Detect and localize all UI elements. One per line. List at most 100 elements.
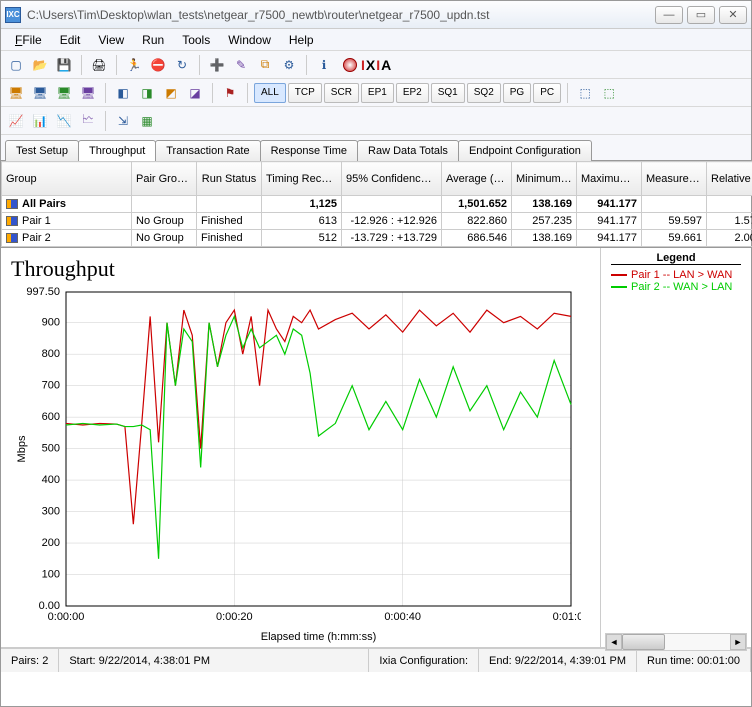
menu-run[interactable]: Run	[134, 31, 172, 49]
svg-text:997.50: 997.50	[26, 286, 60, 298]
menu-window[interactable]: Window	[220, 31, 279, 49]
tab-transaction-rate[interactable]: Transaction Rate	[155, 140, 260, 161]
legend-swatch	[611, 274, 627, 276]
ixia-dot-icon	[343, 58, 357, 72]
tab-endpoint-configuration[interactable]: Endpoint Configuration	[458, 140, 592, 161]
monitor-b-icon[interactable]: 🖥	[29, 82, 51, 104]
menu-view[interactable]: View	[90, 31, 132, 49]
filter-ep2-button[interactable]: EP2	[396, 83, 429, 103]
menubar: FFile Edit View Run Tools Window Help	[1, 29, 751, 51]
menu-file[interactable]: FFile	[7, 31, 50, 49]
filter-tcp-button[interactable]: TCP	[288, 83, 322, 103]
info-icon[interactable]: ℹ	[313, 54, 335, 76]
chart-b-icon[interactable]: 📊	[29, 110, 51, 132]
config-b-icon[interactable]: ⬚	[598, 82, 620, 104]
table-row[interactable]: All Pairs1,1251,501.652138.169941.177	[2, 196, 752, 213]
status-start: Start: 9/22/2014, 4:38:01 PM	[59, 649, 369, 672]
col-avg[interactable]: Average (Mbps)	[442, 162, 512, 196]
legend-swatch	[611, 286, 627, 288]
col-prec[interactable]: Relative Precision	[707, 162, 752, 196]
legend-item[interactable]: Pair 2 -- WAN > LAN	[605, 281, 747, 293]
ixia-logo: IXIA	[343, 57, 392, 73]
filter-pg-button[interactable]: PG	[503, 83, 531, 103]
window-title: C:\Users\Tim\Desktop\wlan_tests\netgear_…	[27, 8, 655, 22]
svg-text:900: 900	[42, 317, 60, 329]
col-conf[interactable]: 95% Confidence Interval	[342, 162, 442, 196]
chart-area: Throughput 0.001002003004005006007008009…	[1, 248, 601, 647]
chart-d-icon[interactable]: 🗠	[77, 110, 99, 132]
scroll-left-icon[interactable]: ◄	[606, 634, 622, 650]
svg-text:0:00:20: 0:00:20	[216, 611, 253, 623]
settings-icon[interactable]: ⚙	[278, 54, 300, 76]
col-max[interactable]: Maximum (Mbps)	[577, 162, 642, 196]
tool-3-icon[interactable]: ◩	[160, 82, 182, 104]
tool-1-icon[interactable]: ◧	[112, 82, 134, 104]
filter-ep1-button[interactable]: EP1	[361, 83, 394, 103]
toolbar-3: 📈 📊 📉 🗠 ⇲ ▦	[1, 107, 751, 135]
status-runtime: Run time: 00:01:00	[637, 649, 751, 672]
svg-text:0:00:40: 0:00:40	[384, 611, 421, 623]
status-ixia-config: Ixia Configuration:	[369, 649, 479, 672]
new-icon[interactable]: ▢	[5, 54, 27, 76]
maximize-button[interactable]: ▭	[687, 6, 715, 24]
tool-2-icon[interactable]: ◨	[136, 82, 158, 104]
col-runstatus[interactable]: Run Status	[197, 162, 262, 196]
monitor-a-icon[interactable]: 🖥	[5, 82, 27, 104]
chart-a-icon[interactable]: 📈	[5, 110, 27, 132]
col-meas[interactable]: Measured Time (sec)	[642, 162, 707, 196]
tab-raw-data-totals[interactable]: Raw Data Totals	[357, 140, 459, 161]
save-icon[interactable]: 💾	[53, 54, 75, 76]
filter-pc-button[interactable]: PC	[533, 83, 561, 103]
export-icon[interactable]: ⇲	[112, 110, 134, 132]
col-timing[interactable]: Timing Records Completed	[262, 162, 342, 196]
edit-pair-icon[interactable]: ✎	[230, 54, 252, 76]
filter-sq2-button[interactable]: SQ2	[467, 83, 501, 103]
tool-4-icon[interactable]: ◪	[184, 82, 206, 104]
throughput-chart: 0.00100200300400500600700800900997.500:0…	[11, 286, 581, 646]
menu-tools[interactable]: Tools	[174, 31, 218, 49]
minimize-button[interactable]: —	[655, 6, 683, 24]
toolbar-1: ▢ 📂 💾 🖨 🏃 ⛔ ↻ ➕ ✎ ⧉ ⚙ ℹ IXIA	[1, 51, 751, 79]
col-min[interactable]: Minimum (Mbps)	[512, 162, 577, 196]
legend-panel: Legend Pair 1 -- LAN > WANPair 2 -- WAN …	[601, 248, 751, 647]
table-row[interactable]: Pair 1No GroupFinished613-12.926 : +12.9…	[2, 213, 752, 230]
legend-item[interactable]: Pair 1 -- LAN > WAN	[605, 269, 747, 281]
chart-title: Throughput	[11, 256, 594, 282]
svg-text:0:01:00: 0:01:00	[553, 611, 581, 623]
refresh-icon[interactable]: ↻	[171, 54, 193, 76]
copy-pair-icon[interactable]: ⧉	[254, 54, 276, 76]
col-pairgroup[interactable]: Pair Group Name	[132, 162, 197, 196]
legend-scrollbar[interactable]: ◄ ►	[605, 633, 747, 651]
filter-scr-button[interactable]: SCR	[324, 83, 359, 103]
flag-icon[interactable]: ⚑	[219, 82, 241, 104]
monitor-c-icon[interactable]: 🖥	[53, 82, 75, 104]
svg-text:0:00:00: 0:00:00	[48, 611, 85, 623]
stop-icon[interactable]: ⛔	[147, 54, 169, 76]
filter-sq1-button[interactable]: SQ1	[431, 83, 465, 103]
print-icon[interactable]: 🖨	[88, 54, 110, 76]
chart-c-icon[interactable]: 📉	[53, 110, 75, 132]
col-group[interactable]: Group	[2, 162, 132, 196]
monitor-d-icon[interactable]: 🖥	[77, 82, 99, 104]
svg-text:600: 600	[42, 411, 60, 423]
pair-icon	[6, 199, 18, 209]
menu-edit[interactable]: Edit	[52, 31, 89, 49]
tab-response-time[interactable]: Response Time	[260, 140, 358, 161]
config-a-icon[interactable]: ⬚	[574, 82, 596, 104]
run-icon[interactable]: 🏃	[123, 54, 145, 76]
scroll-right-icon[interactable]: ►	[730, 634, 746, 650]
table-row[interactable]: Pair 2No GroupFinished512-13.729 : +13.7…	[2, 230, 752, 247]
add-pair-icon[interactable]: ➕	[206, 54, 228, 76]
svg-text:800: 800	[42, 348, 60, 360]
filter-all-button[interactable]: ALL	[254, 83, 286, 103]
open-icon[interactable]: 📂	[29, 54, 51, 76]
svg-text:Elapsed time (h:mm:ss): Elapsed time (h:mm:ss)	[261, 631, 377, 643]
pair-icon	[6, 233, 18, 243]
menu-help[interactable]: Help	[281, 31, 322, 49]
close-button[interactable]: ✕	[719, 6, 747, 24]
tab-throughput[interactable]: Throughput	[78, 140, 156, 161]
svg-text:Mbps: Mbps	[16, 435, 28, 462]
svg-text:100: 100	[42, 569, 60, 581]
tab-test-setup[interactable]: Test Setup	[5, 140, 79, 161]
layout-icon[interactable]: ▦	[136, 110, 158, 132]
